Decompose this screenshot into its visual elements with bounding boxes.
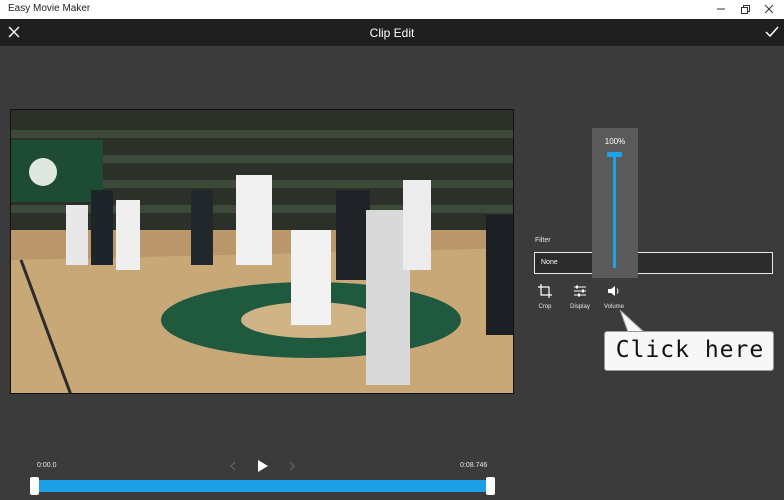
next-frame-icon[interactable]	[285, 459, 299, 473]
video-preview	[10, 109, 514, 394]
crop-icon	[538, 284, 552, 298]
click-here-callout: Click here	[604, 331, 774, 371]
end-time: 0:08.746	[460, 462, 488, 469]
title-bar: Easy Movie Maker	[0, 0, 784, 19]
window-close-button[interactable]	[762, 2, 776, 16]
filter-label: Filter	[535, 237, 551, 244]
display-button[interactable]: Display	[563, 284, 597, 314]
minimize-icon	[717, 8, 725, 10]
callout-text: Click here	[615, 337, 765, 363]
header-bar: Clip Edit	[0, 19, 784, 46]
volume-flyout: 100%	[592, 128, 638, 278]
trim-end-handle[interactable]	[485, 477, 495, 495]
page-title: Clip Edit	[369, 26, 415, 40]
play-icon[interactable]	[255, 459, 269, 473]
crop-button[interactable]: Crop	[528, 284, 562, 314]
filter-value: None	[541, 259, 558, 266]
app-title: Easy Movie Maker	[8, 3, 91, 14]
confirm-check-icon[interactable]	[764, 24, 780, 40]
video-frame-image	[11, 110, 513, 393]
display-sliders-icon	[574, 285, 586, 297]
previous-frame-icon[interactable]	[226, 459, 240, 473]
volume-slider-fill	[613, 152, 616, 268]
start-time: 0:00.0	[37, 462, 57, 469]
restore-icon	[741, 5, 750, 14]
minimize-button[interactable]	[714, 2, 728, 16]
volume-slider-thumb[interactable]	[607, 152, 622, 157]
volume-percent: 100%	[604, 137, 626, 146]
timeline-track[interactable]	[34, 480, 490, 492]
display-label: Display	[570, 304, 590, 310]
volume-icon	[608, 286, 619, 296]
restore-button[interactable]	[738, 2, 752, 16]
close-icon	[764, 4, 774, 14]
filter-select[interactable]: None	[534, 252, 773, 274]
crop-label: Crop	[538, 304, 552, 310]
trim-start-handle[interactable]	[29, 477, 39, 495]
